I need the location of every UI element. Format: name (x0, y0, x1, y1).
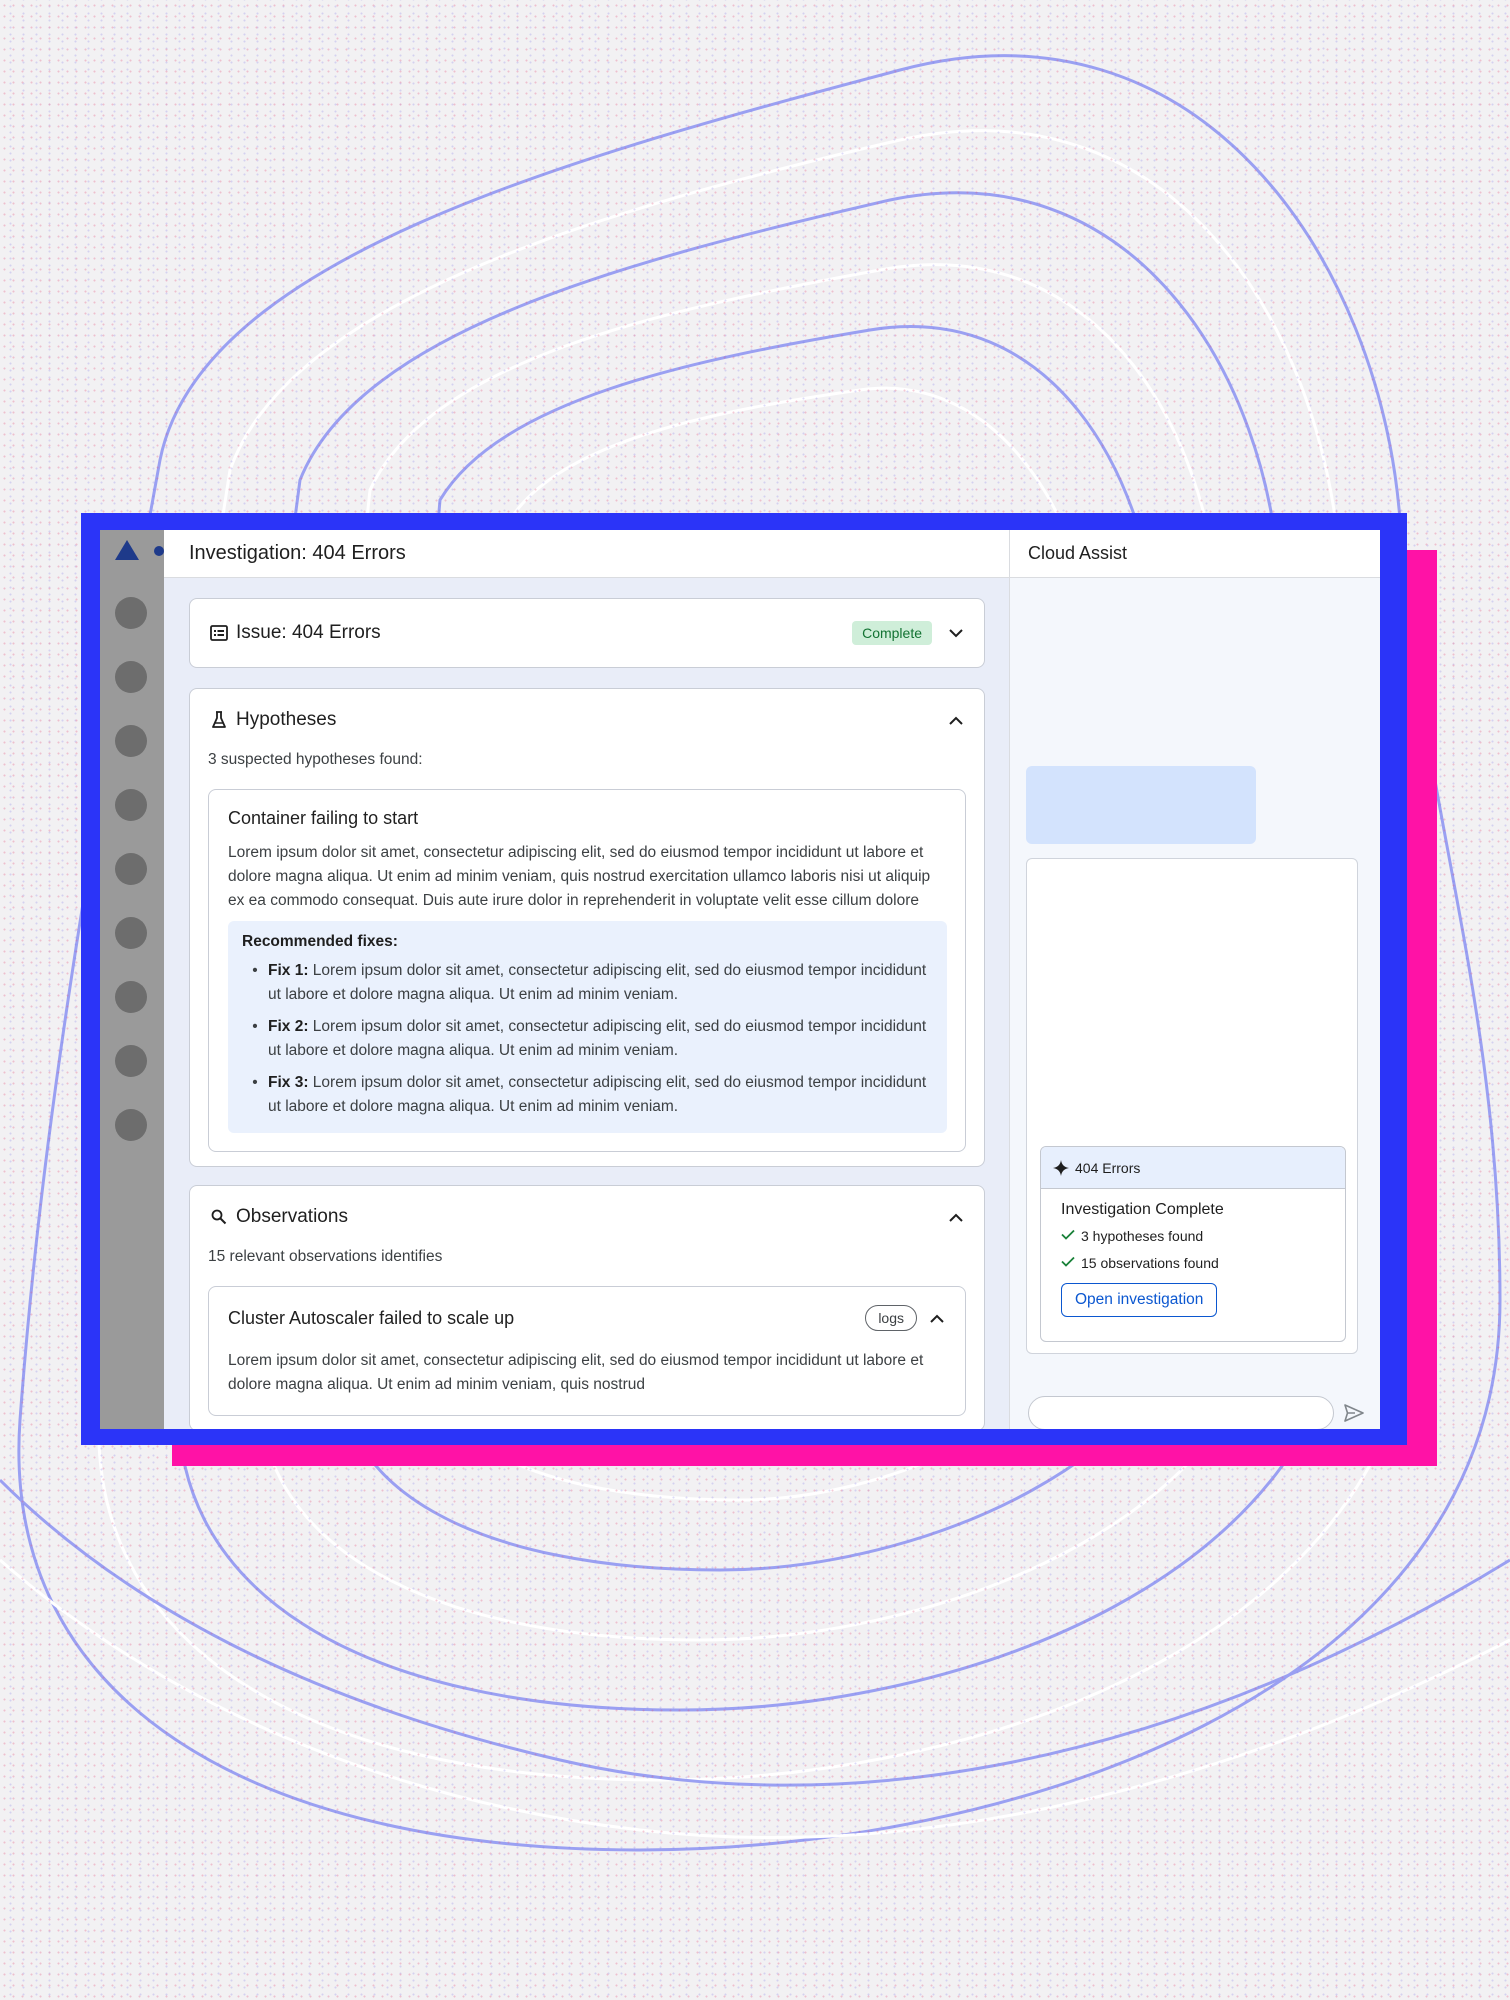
nav-rail-item-4[interactable] (115, 789, 147, 821)
chevron-down-icon[interactable] (946, 623, 966, 643)
observation-card: Cluster Autoscaler failed to scale up lo… (208, 1286, 966, 1416)
bullet-icon: • (252, 1074, 258, 1091)
observations-title: Observations (236, 1206, 348, 1227)
hypotheses-card: Hypotheses 3 suspected hypotheses found:… (189, 688, 985, 1167)
app-window: Investigation: 404 Errors Issue: 404 Err… (100, 530, 1380, 1429)
fix-text: Lorem ipsum dolor sit amet, consectetur … (268, 962, 927, 1003)
assistant-response: 404 Errors Investigation Complete 3 hypo… (1026, 858, 1358, 1354)
result-line: 3 hypotheses found (1061, 1227, 1325, 1244)
hypotheses-title: Hypotheses (236, 709, 337, 730)
logs-tag[interactable]: logs (865, 1305, 917, 1331)
user-message-bubble (1026, 766, 1256, 844)
investigation-panel: Investigation: 404 Errors Issue: 404 Err… (164, 530, 1010, 1429)
hypothesis-title: Container failing to start (228, 808, 419, 828)
bullet-icon: • (252, 1018, 258, 1035)
sparkle-icon (1053, 1159, 1069, 1176)
observations-summary: 15 relevant observations identifies (208, 1248, 443, 1265)
nav-rail (100, 530, 164, 1429)
check-icon (1061, 1254, 1081, 1271)
chevron-up-icon[interactable] (927, 1308, 947, 1328)
investigation-body[interactable]: Issue: 404 Errors Complete Hypotheses 3 … (164, 578, 1009, 1429)
hypotheses-summary: 3 suspected hypotheses found: (208, 751, 423, 768)
fix-label: Fix 1: (268, 962, 309, 979)
nav-rail-item-7[interactable] (115, 981, 147, 1013)
hypothesis-description: Lorem ipsum dolor sit amet, consectetur … (228, 844, 931, 909)
nav-rail-item-6[interactable] (115, 917, 147, 949)
result-line-text: 15 observations found (1081, 1254, 1219, 1271)
investigation-header: Investigation: 404 Errors (164, 530, 1009, 578)
observations-header[interactable]: Observations (208, 1206, 966, 1228)
nav-rail-item-2[interactable] (115, 661, 147, 693)
result-card-body: Investigation Complete 3 hypotheses foun… (1041, 1189, 1345, 1329)
result-title: Investigation Complete (1061, 1201, 1224, 1218)
page-title: Investigation: 404 Errors (189, 542, 406, 564)
bullet-icon: • (252, 962, 258, 979)
fix-text: Lorem ipsum dolor sit amet, consectetur … (268, 1018, 927, 1059)
cloud-assist-header: Cloud Assist (1010, 530, 1380, 578)
recommended-fixes-title: Recommended fixes: (242, 933, 398, 950)
observations-card: Observations 15 relevant observations id… (189, 1185, 985, 1429)
result-line-text: 3 hypotheses found (1081, 1227, 1204, 1244)
issue-title: Issue: 404 Errors (236, 622, 381, 643)
search-icon (208, 1206, 230, 1228)
logo-dot-icon (154, 546, 164, 556)
observation-title: Cluster Autoscaler failed to scale up (228, 1307, 515, 1328)
chat-input[interactable] (1028, 1396, 1334, 1429)
nav-rail-item-1[interactable] (115, 597, 147, 629)
cloud-assist-panel: Cloud Assist 404 Errors Investigation Co… (1010, 530, 1380, 1429)
fix-item: • Fix 2: Lorem ipsum dolor sit amet, con… (242, 1015, 933, 1063)
status-badge: Complete (852, 621, 932, 645)
result-card-label: 404 Errors (1075, 1159, 1141, 1176)
logo-icon (115, 540, 139, 560)
observation-header[interactable]: Cluster Autoscaler failed to scale up lo… (228, 1305, 947, 1331)
chevron-up-icon[interactable] (946, 710, 966, 730)
fix-text: Lorem ipsum dolor sit amet, consectetur … (268, 1074, 927, 1115)
cloud-assist-chat: 404 Errors Investigation Complete 3 hypo… (1010, 578, 1380, 1429)
nav-rail-item-8[interactable] (115, 1045, 147, 1077)
nav-rail-item-5[interactable] (115, 853, 147, 885)
fix-label: Fix 3: (268, 1074, 309, 1091)
fix-item: • Fix 1: Lorem ipsum dolor sit amet, con… (242, 959, 933, 1007)
send-icon[interactable] (1344, 1404, 1366, 1424)
flask-icon (208, 709, 230, 731)
chevron-up-icon[interactable] (946, 1207, 966, 1227)
open-investigation-button[interactable]: Open investigation (1061, 1283, 1218, 1317)
nav-rail-item-3[interactable] (115, 725, 147, 757)
recommended-fixes: Recommended fixes: • Fix 1: Lorem ipsum … (228, 921, 947, 1133)
nav-rail-item-9[interactable] (115, 1109, 147, 1141)
cloud-assist-title: Cloud Assist (1028, 543, 1128, 563)
observation-description: Lorem ipsum dolor sit amet, consectetur … (228, 1352, 924, 1393)
result-card-header: 404 Errors (1041, 1147, 1345, 1189)
investigation-result-card: 404 Errors Investigation Complete 3 hypo… (1040, 1146, 1346, 1342)
list-alt-icon (208, 622, 230, 644)
issue-card[interactable]: Issue: 404 Errors Complete (189, 598, 985, 668)
hypothesis-card: Container failing to start Lorem ipsum d… (208, 789, 966, 1152)
result-line: 15 observations found (1061, 1254, 1325, 1271)
fix-label: Fix 2: (268, 1018, 309, 1035)
hypotheses-header[interactable]: Hypotheses (208, 709, 966, 731)
check-icon (1061, 1227, 1081, 1244)
fix-item: • Fix 3: Lorem ipsum dolor sit amet, con… (242, 1071, 933, 1119)
